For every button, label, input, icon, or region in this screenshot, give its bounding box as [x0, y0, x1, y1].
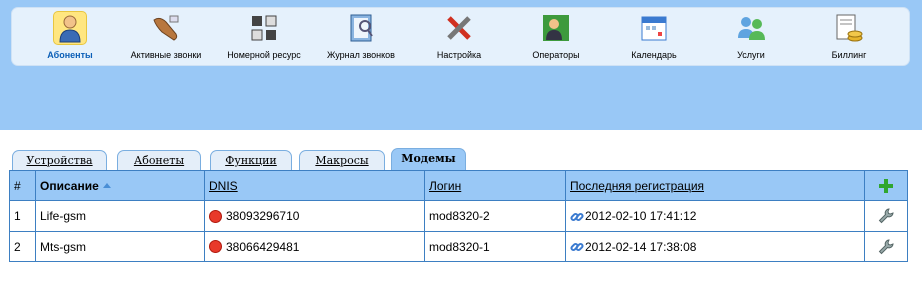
toolbar-item-label: Операторы: [532, 50, 580, 60]
tab-label: Абонеты: [133, 154, 185, 167]
tab-label: Устройства: [26, 154, 93, 167]
column-header-last-registration[interactable]: Последняя регистрация: [566, 171, 865, 200]
tab-devices[interactable]: Устройства: [12, 150, 107, 171]
toolbar-item-label: Активные звонки: [130, 50, 202, 60]
row-login: mod8320-1: [425, 232, 566, 261]
toolbar-item-call-log[interactable]: Журнал звонков: [311, 12, 411, 64]
toolbar-item-subscribers[interactable]: Абоненты: [20, 12, 120, 64]
connection-link-icon: [570, 210, 584, 223]
tab-functions[interactable]: Функции: [210, 150, 292, 171]
toolbar-item-label: Настройка: [436, 50, 482, 60]
column-header-login[interactable]: Логин: [425, 171, 566, 200]
subscribers-icon: [54, 12, 86, 44]
status-offline-icon: [209, 209, 222, 223]
row-description: Mts-gsm: [36, 232, 205, 261]
tab-subscribers[interactable]: Абонеты: [117, 150, 201, 171]
row-actions: [865, 201, 907, 231]
row-number: 1: [10, 201, 36, 231]
toolbar-item-billing[interactable]: Биллинг: [799, 12, 899, 64]
sort-ascending-icon: [102, 183, 111, 188]
registration-time: 2012-02-14 17:38:08: [585, 239, 697, 254]
column-header-actions: [865, 171, 907, 200]
toolbar-item-active-calls[interactable]: Активные звонки: [116, 12, 216, 64]
tab-label: Модемы: [401, 152, 456, 165]
row-actions: [865, 232, 907, 261]
row-last-registration: 2012-02-14 17:38:08: [566, 232, 865, 261]
status-offline-icon: [209, 240, 222, 253]
calendar-icon: [638, 12, 670, 44]
toolbar-item-services[interactable]: Услуги: [701, 12, 801, 64]
toolbar-item-label: Биллинг: [831, 50, 867, 60]
row-login: mod8320-2: [425, 201, 566, 231]
toolbar-item-label: Услуги: [737, 50, 765, 60]
tab-label: Функции: [225, 154, 277, 167]
add-modem-icon[interactable]: [879, 178, 893, 193]
services-users-icon: [735, 12, 767, 44]
dnis-value: 38093296710: [226, 209, 300, 223]
edit-wrench-icon[interactable]: [878, 208, 894, 224]
column-header-link[interactable]: DNIS: [209, 179, 238, 193]
operators-icon: [540, 12, 572, 44]
toolbar-item-number-resource[interactable]: Номерной ресурс: [214, 12, 314, 64]
table-row: 2 Mts-gsm 38066429481 mod8320-1 2012-02-…: [10, 232, 907, 261]
toolbar-item-operators[interactable]: Операторы: [506, 12, 606, 64]
column-header-description[interactable]: Описание: [36, 171, 205, 200]
tab-modems[interactable]: Модемы: [391, 148, 466, 171]
row-description: Life-gsm: [36, 201, 205, 231]
tab-label: Макросы: [315, 154, 369, 167]
settings-tools-icon: [443, 12, 475, 44]
column-header-link[interactable]: Логин: [429, 179, 461, 193]
column-header-number: #: [10, 171, 36, 200]
toolbar-item-label: Абоненты: [47, 50, 93, 60]
edit-wrench-icon[interactable]: [878, 238, 894, 255]
registration-time: 2012-02-10 17:41:12: [585, 209, 697, 223]
tab-macros[interactable]: Макросы: [299, 150, 385, 171]
main-toolbar: Абоненты Активные звонки Номерной ресурс…: [11, 7, 910, 66]
row-last-registration: 2012-02-10 17:41:12: [566, 201, 865, 231]
number-resource-icon: [248, 12, 280, 44]
table-row: 1 Life-gsm 38093296710 mod8320-2 2012-02…: [10, 201, 907, 232]
row-dnis: 38066429481: [205, 232, 425, 261]
dnis-value: 38066429481: [226, 239, 300, 254]
row-dnis: 38093296710: [205, 201, 425, 231]
column-header-label: Описание: [40, 178, 99, 193]
header-banner: Абоненты Активные звонки Номерной ресурс…: [0, 0, 922, 130]
toolbar-item-label: Календарь: [631, 50, 677, 60]
connection-link-icon: [570, 240, 584, 253]
column-header-dnis[interactable]: DNIS: [205, 171, 425, 200]
toolbar-item-calendar[interactable]: Календарь: [604, 12, 704, 64]
toolbar-item-settings[interactable]: Настройка: [409, 12, 509, 64]
call-log-icon: [345, 12, 377, 44]
table-header-row: # Описание DNIS Логин Последняя регистра…: [10, 171, 907, 201]
active-calls-icon: [150, 12, 182, 44]
column-header-link[interactable]: Последняя регистрация: [570, 179, 704, 193]
billing-coins-icon: [833, 12, 865, 44]
column-header-label: #: [14, 178, 21, 193]
modems-table: # Описание DNIS Логин Последняя регистра…: [9, 170, 908, 262]
toolbar-item-label: Журнал звонков: [327, 50, 395, 60]
row-number: 2: [10, 232, 36, 261]
toolbar-item-label: Номерной ресурс: [227, 50, 301, 60]
